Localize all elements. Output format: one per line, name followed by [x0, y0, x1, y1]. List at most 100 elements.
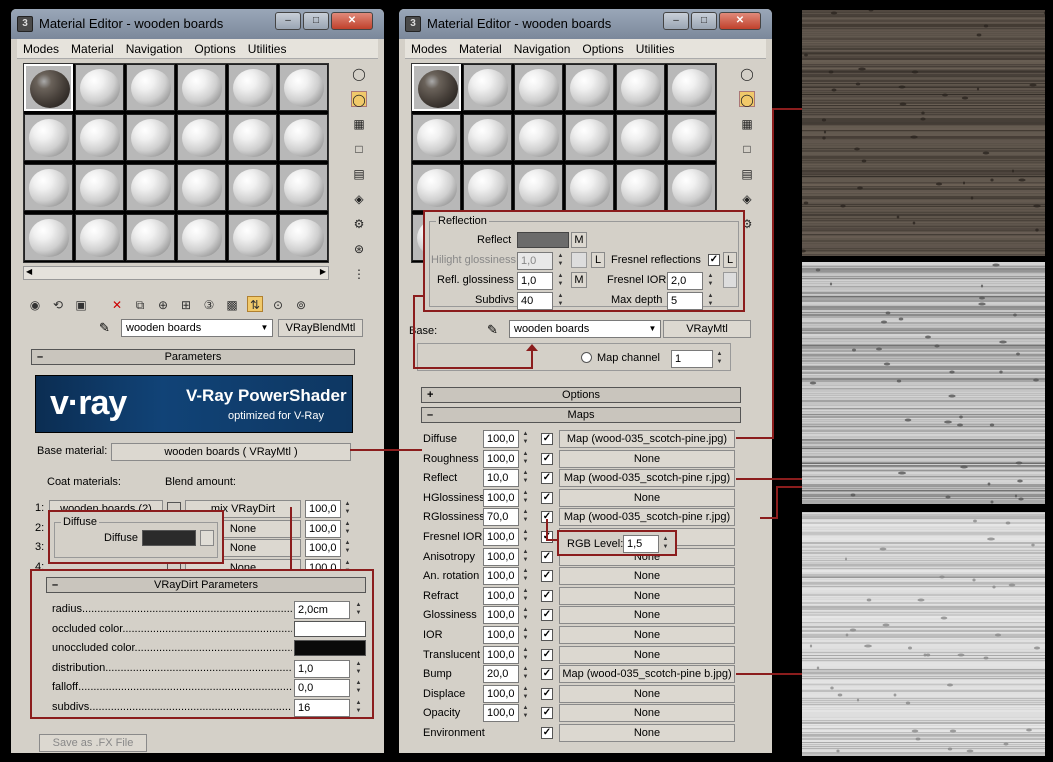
- fresnel-ior-field[interactable]: 2,0: [667, 272, 703, 290]
- sample-slot[interactable]: [24, 64, 73, 111]
- map-amount-field[interactable]: 100,0: [483, 704, 519, 723]
- map-slot-button[interactable]: None: [559, 704, 735, 723]
- left-material-name-field[interactable]: wooden boards: [121, 319, 273, 337]
- maps-rollout[interactable]: – Maps: [421, 407, 741, 423]
- map-amount-spinner[interactable]: ▲ ▼: [521, 430, 530, 448]
- hilight-glossiness-field[interactable]: 1,0: [517, 252, 553, 270]
- sample-slot[interactable]: [75, 164, 124, 211]
- fresnel-reflections-checkbox[interactable]: ✓: [708, 254, 720, 266]
- map-amount-field[interactable]: 100,0: [483, 547, 519, 566]
- map-enable-checkbox[interactable]: ✓: [541, 707, 553, 720]
- map-slot-button[interactable]: None: [559, 684, 735, 703]
- sample-type-icon[interactable]: ◯: [351, 66, 367, 82]
- map-amount-field[interactable]: 100,0: [483, 645, 519, 664]
- map-slot-button[interactable]: Map (wood-035_scotch-pine r.jpg): [559, 508, 735, 527]
- sample-slot[interactable]: [412, 64, 461, 111]
- make-preview-icon[interactable]: ◈: [351, 191, 367, 207]
- uv-tiling-icon[interactable]: □: [351, 141, 367, 157]
- map-channel-radio[interactable]: [581, 352, 592, 363]
- sample-slot[interactable]: [126, 114, 175, 161]
- sample-slot[interactable]: [616, 164, 665, 211]
- options-icon[interactable]: ⚙: [351, 216, 367, 232]
- diffuse-color-swatch[interactable]: [142, 530, 196, 546]
- subdivs-field[interactable]: 40: [517, 292, 553, 310]
- sample-slot[interactable]: [616, 64, 665, 111]
- dirt-param-spinner[interactable]: ▲ ▼: [354, 679, 363, 697]
- map-slot-button[interactable]: None: [559, 488, 735, 507]
- show-map-icon[interactable]: ▩: [224, 297, 240, 313]
- material-map-navigator-icon[interactable]: ⋮: [351, 266, 367, 282]
- map-enable-checkbox[interactable]: ✓: [541, 609, 553, 622]
- go-forward-icon[interactable]: ⊚: [293, 297, 309, 313]
- go-to-parent-icon[interactable]: ⊙: [270, 297, 286, 313]
- right-title-bar[interactable]: 3 Material Editor - wooden boards – □ ✕: [399, 9, 772, 39]
- menu-options[interactable]: Options: [188, 39, 241, 56]
- map-channel-spinner[interactable]: ▲ ▼: [715, 350, 724, 368]
- blend-amount-field[interactable]: 100,0: [305, 519, 341, 538]
- map-slot-button[interactable]: Map (wood-035_scotch-pine b.jpg): [559, 665, 735, 684]
- reset-map-icon[interactable]: ✕: [109, 297, 125, 313]
- sample-slot[interactable]: [279, 114, 328, 161]
- options-rollout[interactable]: + Options: [421, 387, 741, 403]
- put-to-library-icon[interactable]: ⊞: [178, 297, 194, 313]
- map-amount-field[interactable]: 100,0: [483, 684, 519, 703]
- sample-slot[interactable]: [514, 164, 563, 211]
- map-slot-button[interactable]: None: [559, 606, 735, 625]
- map-amount-field[interactable]: 70,0: [483, 508, 519, 527]
- sample-slot[interactable]: [565, 114, 614, 161]
- right-material-name-field[interactable]: wooden boards: [509, 320, 661, 338]
- sample-slot[interactable]: [667, 164, 716, 211]
- map-enable-checkbox[interactable]: ✓: [541, 727, 553, 739]
- map-amount-field[interactable]: 100,0: [483, 528, 519, 546]
- menu-modes[interactable]: Modes: [405, 39, 453, 56]
- dirt-color-swatch[interactable]: [294, 640, 366, 657]
- map-slot-button[interactable]: None: [559, 567, 735, 586]
- sample-slot[interactable]: [514, 114, 563, 161]
- sample-slot[interactable]: [228, 214, 277, 261]
- sample-slot[interactable]: [177, 64, 226, 111]
- map-enable-checkbox[interactable]: ✓: [541, 687, 553, 700]
- menu-material[interactable]: Material: [65, 39, 120, 56]
- blend-amount-spinner[interactable]: ▲▼: [343, 520, 352, 538]
- map-slot-button[interactable]: None: [559, 724, 735, 742]
- dirt-param-field[interactable]: 16: [294, 699, 350, 717]
- map-amount-spinner[interactable]: ▲ ▼: [521, 528, 530, 546]
- map-enable-checkbox[interactable]: ✓: [541, 589, 553, 602]
- map-amount-spinner[interactable]: ▲ ▼: [521, 469, 530, 487]
- parameters-rollout[interactable]: – Parameters: [31, 349, 355, 365]
- material-id-icon[interactable]: ③: [201, 297, 217, 313]
- dirt-param-spinner[interactable]: ▲ ▼: [354, 660, 363, 678]
- menu-utilities[interactable]: Utilities: [630, 39, 681, 56]
- close-button[interactable]: ✕: [719, 12, 761, 30]
- map-amount-spinner[interactable]: ▲ ▼: [521, 567, 530, 585]
- map-enable-checkbox[interactable]: ✓: [541, 629, 553, 641]
- sample-slot[interactable]: [177, 114, 226, 161]
- map-slot-button[interactable]: None: [559, 626, 735, 644]
- sample-slot[interactable]: [177, 214, 226, 261]
- assign-material-icon[interactable]: ▣: [73, 297, 89, 313]
- left-dropdown-arrow[interactable]: ▼: [257, 320, 272, 336]
- eyedropper-icon[interactable]: ✎: [487, 322, 498, 338]
- map-channel-field[interactable]: 1: [671, 350, 713, 368]
- make-unique-icon[interactable]: ⊕: [155, 297, 171, 313]
- sample-slot[interactable]: [75, 64, 124, 111]
- get-material-icon[interactable]: ◉: [27, 297, 43, 313]
- sample-slot[interactable]: [126, 64, 175, 111]
- map-slot-button[interactable]: None: [559, 645, 735, 664]
- refl-glossiness-map-button[interactable]: M: [571, 272, 587, 288]
- left-slot-scrollbar[interactable]: ◀ ▶: [23, 266, 329, 280]
- map-enable-checkbox[interactable]: ✓: [541, 570, 553, 583]
- video-color-check-icon[interactable]: ▤: [351, 166, 367, 182]
- map-amount-field[interactable]: 100,0: [483, 567, 519, 586]
- map-amount-field[interactable]: 100,0: [483, 606, 519, 625]
- close-button[interactable]: ✕: [331, 12, 373, 30]
- map-amount-field[interactable]: 20,0: [483, 665, 519, 684]
- blend-amount-spinner[interactable]: ▲▼: [343, 500, 352, 518]
- minimize-button[interactable]: –: [275, 12, 301, 30]
- menu-modes[interactable]: Modes: [17, 39, 65, 56]
- sample-slot[interactable]: [279, 214, 328, 261]
- map-amount-field[interactable]: 100,0: [483, 488, 519, 507]
- map-slot-button[interactable]: None: [559, 586, 735, 605]
- map-amount-field[interactable]: 100,0: [483, 449, 519, 468]
- dirt-param-spinner[interactable]: ▲ ▼: [354, 699, 363, 717]
